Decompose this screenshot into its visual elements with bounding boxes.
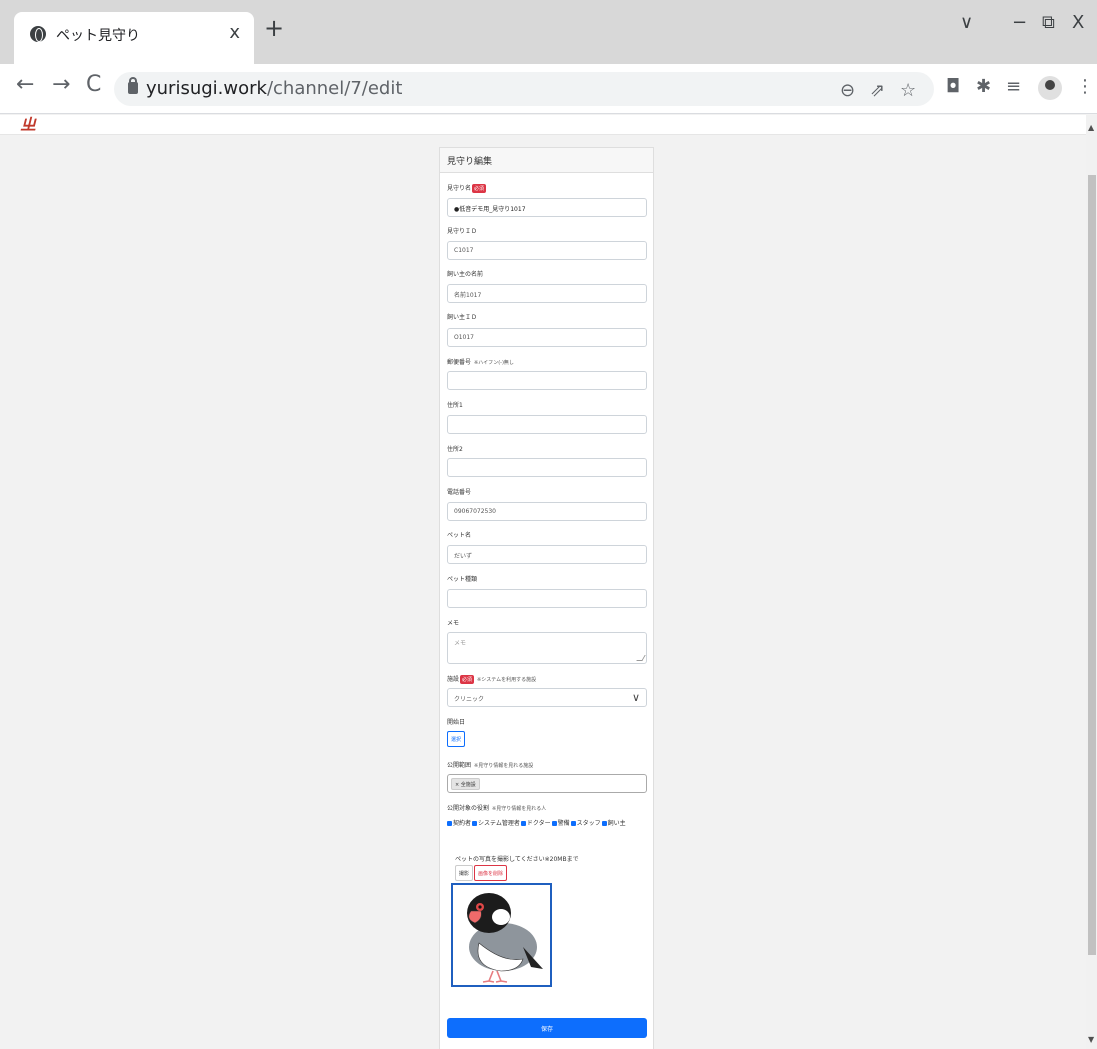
postal-input[interactable] [447, 371, 647, 390]
owner-name-label: 飼い主の名前 [447, 271, 484, 278]
address1-input[interactable] [447, 415, 647, 434]
phone-label: 電話番号 [447, 489, 472, 496]
close-window-button[interactable]: X [1072, 12, 1084, 33]
java-sparrow-illustration [467, 893, 543, 983]
globe-icon [30, 26, 46, 42]
tab-close-button[interactable]: x [229, 22, 240, 43]
scope-multiselect[interactable]: × 全施設 [447, 774, 647, 793]
forward-button[interactable]: → [52, 74, 70, 96]
pet-type-label: ペット種類 [447, 576, 478, 583]
role-hint: ※見守り情報を見れる人 [492, 806, 547, 812]
role-checkbox-system-admin[interactable]: システム管理者 [472, 820, 520, 827]
id-label: 見守りＩＤ [447, 228, 478, 235]
delete-photo-button[interactable]: 画像を削除 [474, 865, 508, 881]
url-text: yurisugi.work/channel/7/edit [146, 78, 403, 99]
reload-button[interactable]: C [86, 74, 101, 96]
select-start-date-button[interactable]: 選択 [447, 731, 466, 747]
address2-input[interactable] [447, 458, 647, 477]
role-checkbox-contractor[interactable]: 契約者 [447, 820, 471, 827]
name-label: 見守り名 必須 [447, 184, 487, 193]
scope-hint: ※見守り情報を見れる施設 [474, 763, 534, 769]
page-scrollbar[interactable]: ▲ ▼ [1086, 115, 1097, 1049]
pet-name-label: ペット名 [447, 532, 472, 539]
address2-label: 住所2 [447, 446, 463, 453]
tab-title: ペット見守り [56, 28, 140, 44]
profile-avatar-icon[interactable] [1038, 76, 1062, 100]
role-checkbox-owner[interactable]: 飼い主 [601, 820, 626, 827]
restore-button[interactable]: ⧉ [1042, 12, 1055, 33]
photo-note: ペットの写真を撮影してください※20MBまで [455, 856, 579, 863]
role-label: 公開対象の役割 ※見守り情報を見れる人 [447, 805, 547, 812]
tab-search-button[interactable]: ∨ [960, 12, 973, 33]
scope-label: 公開範囲 ※見守り情報を見れる施設 [447, 762, 534, 769]
card-title: 見守り編集 [447, 157, 493, 167]
pet-name-input[interactable]: だいず [447, 545, 647, 564]
card-header: 見守り編集 [440, 148, 653, 173]
memo-textarea[interactable]: メモ [447, 632, 647, 664]
browser-toolbar: ← → C yurisugi.work/channel/7/edit ⊖ ⇗ ☆… [0, 64, 1097, 114]
camera-extension-icon[interactable]: ◘ [946, 78, 960, 96]
save-button[interactable]: 保存 [447, 1018, 647, 1038]
required-badge: 必須 [460, 675, 475, 684]
star-icon[interactable]: ☆ [900, 80, 916, 101]
address-bar[interactable]: yurisugi.work/channel/7/edit ⊖ ⇗ ☆ [114, 72, 934, 106]
scroll-up-icon[interactable]: ▲ [1088, 123, 1094, 132]
menu-icon[interactable]: ⋮ [1076, 76, 1094, 97]
lock-icon [128, 77, 138, 94]
pet-type-input[interactable] [447, 589, 647, 608]
postal-label: 郵便番号 ※ハイフン(-)無し [447, 359, 514, 366]
reading-list-icon[interactable]: ≡ [1006, 78, 1021, 96]
memo-placeholder: メモ [454, 640, 467, 647]
facility-select[interactable]: クリニック ∨ [447, 688, 647, 707]
role-checkbox-security[interactable]: 警備 [551, 820, 570, 827]
site-logo-icon[interactable]: ㄓ [20, 115, 36, 135]
pet-photo [451, 883, 552, 987]
page-content: ㄓ 見守り編集 見守り名 必須 ●低音デモ用_見守り1017 見守りＩＤ C101… [0, 115, 1086, 1049]
scope-chip[interactable]: × 全施設 [451, 778, 480, 790]
puzzle-extension-icon[interactable]: ✱ [976, 78, 991, 96]
role-checkboxes: 契約者 システム管理者 ドクター 警備 スタッフ 飼い主 [447, 818, 627, 827]
postal-hint: ※ハイフン(-)無し [474, 360, 514, 366]
memo-label: メモ [447, 620, 460, 627]
id-input[interactable]: C1017 [447, 241, 647, 260]
resize-handle-icon[interactable] [636, 655, 646, 661]
facility-label: 施設 必須 ※システムを利用する施設 [447, 675, 537, 684]
phone-input[interactable]: 09067072530 [447, 502, 647, 521]
new-tab-button[interactable]: + [264, 16, 284, 40]
zoom-icon[interactable]: ⊖ [840, 80, 855, 101]
back-button[interactable]: ← [16, 74, 34, 96]
owner-name-input[interactable]: 名前1017 [447, 284, 647, 303]
minimize-button[interactable]: − [1012, 12, 1027, 33]
chevron-down-icon: ∨ [631, 691, 640, 704]
facility-value: クリニック [454, 696, 485, 703]
facility-hint: ※システムを利用する施設 [477, 677, 537, 683]
address1-label: 住所1 [447, 402, 463, 409]
capture-photo-button[interactable]: 撮影 [455, 865, 474, 881]
tab-bar: ペット見守り x + ∨ − ⧉ X [0, 0, 1097, 64]
start-date-label: 開始日 [447, 719, 466, 726]
required-badge: 必須 [472, 184, 487, 193]
owner-id-label: 飼い主ＩＤ [447, 314, 478, 321]
role-checkbox-doctor[interactable]: ドクター [520, 820, 551, 827]
edit-form-card: 見守り編集 見守り名 必須 ●低音デモ用_見守り1017 見守りＩＤ C1017 … [439, 147, 654, 1049]
share-icon[interactable]: ⇗ [870, 80, 885, 101]
browser-tab[interactable]: ペット見守り x [14, 12, 254, 64]
role-checkbox-staff[interactable]: スタッフ [570, 820, 601, 827]
name-input[interactable]: ●低音デモ用_見守り1017 [447, 198, 647, 217]
site-header: ㄓ [0, 115, 1086, 135]
scroll-down-icon[interactable]: ▼ [1088, 1035, 1094, 1044]
owner-id-input[interactable]: O1017 [447, 328, 647, 347]
scroll-thumb[interactable] [1088, 175, 1096, 955]
